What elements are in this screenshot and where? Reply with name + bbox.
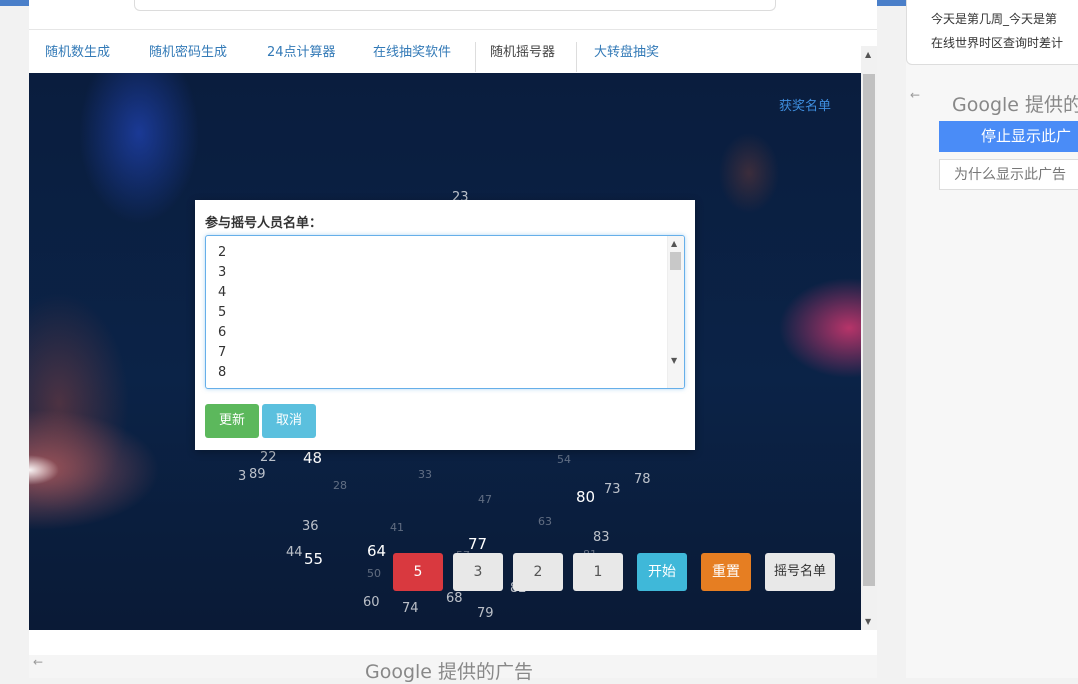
- start-button[interactable]: 开始: [637, 553, 687, 591]
- tab-lottery-software[interactable]: 在线抽奖软件: [373, 38, 451, 72]
- tab-divider: [475, 42, 476, 72]
- floating-number: 47: [478, 493, 492, 506]
- floating-number: 54: [557, 453, 571, 466]
- cancel-button[interactable]: 取消: [262, 404, 316, 438]
- related-link[interactable]: 今天是第几周_今天是第: [931, 10, 1057, 27]
- floating-number: 63: [538, 515, 552, 528]
- floating-number: 64: [367, 542, 387, 560]
- floating-number: 3: [238, 469, 247, 484]
- right-sidebar: 今天是第几周_今天是第 在线世界时区查询时差计 ← Google 提供的 停止显…: [906, 0, 1078, 678]
- reset-button[interactable]: 重置: [701, 553, 751, 591]
- floating-number: 74: [402, 601, 419, 616]
- floating-number: 48: [303, 449, 323, 467]
- draw-list-button[interactable]: 摇号名单: [765, 553, 835, 591]
- divider: [29, 29, 877, 30]
- floating-number: 55: [304, 550, 324, 568]
- ad-label: Google 提供的广告: [365, 661, 534, 683]
- winners-list-link[interactable]: 获奖名单: [779, 95, 831, 114]
- tab-24-point[interactable]: 24点计算器: [267, 38, 336, 72]
- update-button[interactable]: 更新: [205, 404, 259, 438]
- digit-slot-4[interactable]: 1: [573, 553, 623, 591]
- floating-number: 80: [576, 488, 596, 506]
- floating-number: 68: [446, 591, 463, 606]
- floating-number: 79: [477, 606, 494, 621]
- floating-number: 73: [604, 482, 621, 497]
- digit-slot-3[interactable]: 2: [513, 553, 563, 591]
- scroll-up-icon[interactable]: ▲: [671, 239, 677, 248]
- tab-wheel-lottery[interactable]: 大转盘抽奖: [594, 38, 659, 72]
- floating-number: 78: [634, 472, 651, 487]
- floating-number: 83: [593, 530, 610, 545]
- floating-number: 60: [363, 595, 380, 610]
- scroll-down-icon[interactable]: ▼: [671, 356, 677, 365]
- floating-number: 50: [367, 567, 381, 580]
- textarea-scrollbar[interactable]: ▲ ▼: [667, 236, 684, 388]
- floating-number: 77: [468, 535, 488, 553]
- floating-number: 22: [260, 450, 277, 465]
- why-ad-button[interactable]: 为什么显示此广告: [939, 159, 1078, 190]
- main-column: 随机数生成 随机密码生成 24点计算器 在线抽奖软件 随机摇号器 大转盘抽奖 获…: [29, 0, 877, 678]
- ad-provider-label: Google 提供的: [952, 94, 1078, 116]
- floating-number: 33: [418, 468, 432, 481]
- back-arrow-icon[interactable]: ←: [910, 88, 920, 102]
- tab-random-password[interactable]: 随机密码生成: [149, 38, 227, 72]
- floating-number: 89: [249, 467, 266, 482]
- tab-divider: [576, 42, 577, 72]
- scroll-up-icon[interactable]: ▲: [865, 50, 871, 59]
- related-links-card: 今天是第几周_今天是第 在线世界时区查询时差计: [906, 0, 1078, 65]
- textarea-content: 2 3 4 5 6 7 8: [218, 245, 227, 380]
- dialog-title: 参与摇号人员名单：: [205, 216, 323, 231]
- related-link[interactable]: 在线世界时区查询时差计: [931, 34, 1063, 51]
- tab-random-number[interactable]: 随机数生成: [45, 38, 110, 72]
- frame-scrollbar[interactable]: ▲ ▼: [861, 46, 877, 630]
- floating-number: 28: [333, 479, 347, 492]
- scrollbar-thumb[interactable]: [670, 252, 681, 270]
- bottom-ad-banner: ← Google 提供的广告: [29, 655, 877, 683]
- digit-slot-2[interactable]: 3: [453, 553, 503, 591]
- back-arrow-icon[interactable]: ←: [33, 655, 43, 669]
- stop-ad-button[interactable]: 停止显示此广: [939, 121, 1078, 152]
- floating-number: 41: [390, 521, 404, 534]
- draw-stage: 获奖名单 23 22 48 3 89 28 33 54 47 80 73 78 …: [29, 73, 861, 630]
- search-box[interactable]: [134, 0, 776, 11]
- participants-textarea[interactable]: 2 3 4 5 6 7 8 ▲ ▼: [205, 235, 685, 389]
- floating-number: 36: [302, 519, 319, 534]
- tool-tabs: 随机数生成 随机密码生成 24点计算器 在线抽奖软件 随机摇号器 大转盘抽奖: [29, 38, 861, 72]
- scrollbar-thumb[interactable]: [863, 74, 875, 586]
- tab-random-draw[interactable]: 随机摇号器: [490, 38, 555, 72]
- digit-slot-1[interactable]: 5: [393, 553, 443, 591]
- floating-number: 44: [286, 545, 303, 560]
- scroll-down-icon[interactable]: ▼: [865, 617, 871, 626]
- participants-dialog: 参与摇号人员名单： 2 3 4 5 6 7 8 ▲ ▼ 更新 取消: [195, 200, 695, 450]
